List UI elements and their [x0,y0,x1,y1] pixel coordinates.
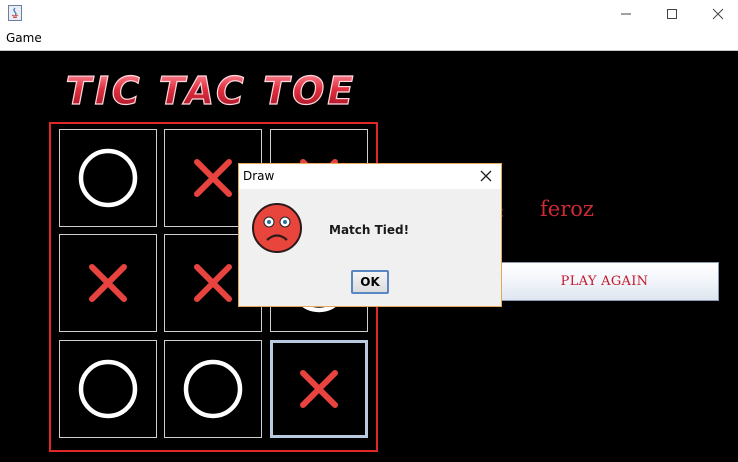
minimize-icon [621,13,631,15]
maximize-icon [667,9,677,19]
dialog-message: Match Tied! [329,223,410,237]
window-titlebar [0,0,738,28]
o-mark-icon [78,359,138,419]
tic-tac-toe-logo: TIC TAC TOE [65,68,357,113]
dialog-title: Draw [243,169,275,183]
draw-dialog: Draw Match Tied! OK [238,163,502,307]
cell-r3-c1[interactable] [59,340,157,438]
cell-r2-c1[interactable] [59,234,157,332]
dialog-close-icon[interactable] [477,167,495,185]
java-app-icon [8,5,22,21]
play-again-button[interactable]: PLAY AGAIN [490,262,719,301]
ok-button[interactable]: OK [351,270,389,294]
x-mark-icon [300,370,338,408]
menu-bar: Game [0,28,738,51]
cell-r1-c1[interactable] [59,129,157,227]
cell-r3-c2[interactable] [164,340,262,438]
maximize-button[interactable] [649,0,695,28]
logo-text: TIC TAC TOE [66,69,357,113]
player-name: feroz [540,197,594,221]
cell-r3-c3[interactable] [270,340,368,438]
sad-face-icon [252,203,302,253]
o-mark-icon [183,359,243,419]
menu-game[interactable]: Game [6,31,42,45]
close-button[interactable] [695,0,738,28]
minimize-button[interactable] [603,0,649,28]
close-icon [712,8,724,20]
dialog-titlebar: Draw [239,164,501,189]
o-mark-icon [78,148,138,208]
x-mark-icon [89,264,127,302]
